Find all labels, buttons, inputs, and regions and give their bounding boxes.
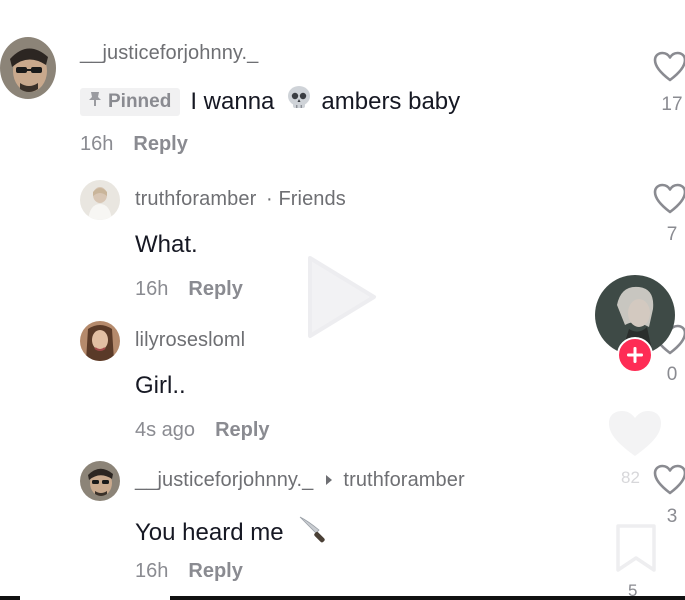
friend-label: · Friends bbox=[266, 188, 346, 210]
comment-text: Girl.. bbox=[135, 372, 186, 399]
like-count: 0 bbox=[666, 364, 678, 385]
reply-button[interactable]: Reply bbox=[188, 278, 242, 300]
like-heart-icon[interactable] bbox=[653, 183, 685, 220]
like-count: 7 bbox=[666, 224, 678, 245]
avatar-truthforamber[interactable] bbox=[80, 180, 120, 220]
follow-plus-button[interactable] bbox=[617, 337, 653, 373]
comment-username[interactable]: __justiceforjohnny._ bbox=[135, 469, 313, 492]
like-heart-icon[interactable] bbox=[653, 464, 685, 501]
play-icon[interactable] bbox=[306, 254, 378, 345]
comment-username-row: __justiceforjohnny._ truthforamber bbox=[135, 469, 465, 492]
comment-text: You heard me bbox=[135, 513, 328, 552]
reply-button[interactable]: Reply bbox=[215, 419, 269, 441]
avatar-justiceforjohnny[interactable] bbox=[80, 461, 120, 501]
comment-time: 16h bbox=[80, 133, 114, 155]
comment-username[interactable]: truthforamber bbox=[135, 188, 256, 210]
comment-meta: 4s ago Reply bbox=[135, 419, 270, 442]
pin-icon bbox=[88, 91, 102, 113]
comment-meta: 16h Reply bbox=[80, 133, 188, 156]
comment-username[interactable]: lilyrosesloml bbox=[135, 329, 245, 352]
video-like-icon[interactable] bbox=[606, 408, 664, 465]
reply-to-username[interactable]: truthforamber bbox=[343, 469, 464, 492]
avatar-justiceforjohnny[interactable] bbox=[0, 37, 56, 99]
pinned-badge: Pinned bbox=[80, 87, 181, 116]
like-heart-icon[interactable] bbox=[653, 51, 685, 88]
video-like-count: 82 bbox=[621, 468, 640, 487]
pinned-label: Pinned bbox=[108, 90, 172, 112]
like-count: 17 bbox=[661, 94, 683, 115]
reply-button[interactable]: Reply bbox=[188, 560, 242, 582]
comment-username[interactable]: __justiceforjohnny._ bbox=[80, 42, 258, 65]
reply-arrow-icon bbox=[325, 469, 333, 492]
skull-icon bbox=[286, 85, 312, 118]
bookmark-icon[interactable] bbox=[614, 524, 658, 577]
comment-username-row: truthforamber · Friends bbox=[135, 188, 346, 211]
plus-icon bbox=[627, 347, 643, 363]
comment-time: 16h bbox=[135, 278, 169, 300]
avatar-lilyrosesloml[interactable] bbox=[80, 321, 120, 361]
knife-icon bbox=[296, 513, 328, 552]
comment-meta: 16h Reply bbox=[135, 560, 243, 583]
comment-time: 16h bbox=[135, 560, 169, 582]
comment-time: 4s ago bbox=[135, 419, 196, 441]
comment-text: What. bbox=[135, 231, 198, 258]
comment-text: I wanna ambers baby bbox=[190, 85, 460, 118]
bottom-bar-gap bbox=[20, 594, 170, 600]
comment-meta: 16h Reply bbox=[135, 278, 243, 301]
reply-button[interactable]: Reply bbox=[133, 133, 187, 155]
